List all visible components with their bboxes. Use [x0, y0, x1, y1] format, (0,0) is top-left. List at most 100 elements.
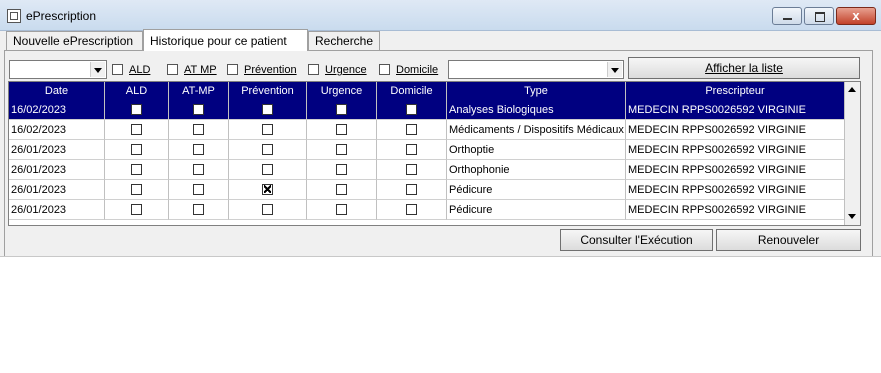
ald-checkbox[interactable] — [131, 184, 142, 195]
prevention-checkbox[interactable] — [262, 204, 273, 215]
ald-checkbox[interactable] — [131, 104, 142, 115]
tab-historique[interactable]: Historique pour ce patient — [143, 29, 308, 51]
atmp-filter-checkbox[interactable] — [167, 64, 178, 75]
column-header-prevention[interactable]: Prévention — [229, 82, 307, 100]
cell-atmp — [169, 160, 229, 180]
table-row[interactable]: 26/01/2023 Pédicure MEDECIN RPPS0026592 VI… — [9, 200, 845, 220]
ald-checkbox[interactable] — [131, 164, 142, 175]
atmp-checkbox[interactable] — [193, 184, 204, 195]
cell-type: Médicaments / Dispositifs Médicaux — [447, 120, 626, 140]
ald-checkbox[interactable] — [131, 144, 142, 155]
tab-nouvelle-eprescription[interactable]: Nouvelle ePrescription — [6, 31, 143, 50]
scroll-up-icon[interactable] — [845, 82, 860, 97]
prescription-table: Date ALD AT-MP Prévention Urgence Domici… — [8, 81, 861, 226]
urgence-checkbox[interactable] — [336, 164, 347, 175]
domicile-checkbox[interactable] — [406, 124, 417, 135]
cell-date: 26/01/2023 — [9, 180, 105, 200]
ald-checkbox[interactable] — [131, 204, 142, 215]
cell-prevention — [229, 180, 307, 200]
table-row[interactable]: 16/02/2023 Analyses Biologiques MEDECIN RP… — [9, 100, 845, 120]
urgence-filter-checkbox[interactable] — [308, 64, 319, 75]
title-bar: ePrescription x — [0, 0, 881, 31]
atmp-checkbox[interactable] — [193, 164, 204, 175]
column-header-atmp[interactable]: AT-MP — [169, 82, 229, 100]
urgence-checkbox[interactable] — [336, 184, 347, 195]
urgence-checkbox[interactable] — [336, 144, 347, 155]
tab-recherche[interactable]: Recherche — [308, 31, 380, 50]
cell-prevention — [229, 100, 307, 120]
column-header-ald[interactable]: ALD — [105, 82, 169, 100]
domicile-filter-checkbox[interactable] — [379, 64, 390, 75]
domicile-checkbox[interactable] — [406, 164, 417, 175]
ald-checkbox[interactable] — [131, 124, 142, 135]
urgence-checkbox[interactable] — [336, 204, 347, 215]
prevention-filter-checkbox[interactable] — [227, 64, 238, 75]
cell-prescripteur: MEDECIN RPPS0026592 VIRGINIE — [626, 100, 845, 120]
minimize-button[interactable] — [772, 7, 802, 25]
cell-domicile — [377, 160, 447, 180]
cell-date: 26/01/2023 — [9, 140, 105, 160]
cell-domicile — [377, 180, 447, 200]
column-header-date[interactable]: Date — [9, 82, 105, 100]
prevention-checkbox[interactable] — [262, 144, 273, 155]
table-row[interactable]: 16/02/2023 Médicaments / Dispositifs Médi… — [9, 120, 845, 140]
close-button[interactable]: x — [836, 7, 876, 25]
ald-filter-label: ALD — [129, 64, 151, 76]
date-filter-combo[interactable] — [9, 60, 107, 79]
table-header: Date ALD AT-MP Prévention Urgence Domici… — [9, 82, 845, 100]
type-filter-combo[interactable] — [448, 60, 624, 79]
atmp-filter-label: AT MP — [184, 64, 217, 76]
table-scrollbar[interactable] — [844, 82, 860, 225]
urgence-checkbox[interactable] — [336, 104, 347, 115]
atmp-checkbox[interactable] — [193, 144, 204, 155]
cell-type: Pédicure — [447, 180, 626, 200]
cell-prevention — [229, 120, 307, 140]
domicile-checkbox[interactable] — [406, 204, 417, 215]
cell-type: Orthoptie — [447, 140, 626, 160]
renew-button[interactable]: Renouveler — [716, 229, 861, 251]
prevention-checkbox[interactable] — [262, 184, 273, 195]
cell-urgence — [307, 160, 377, 180]
cell-domicile — [377, 120, 447, 140]
empty-area — [0, 256, 881, 373]
urgence-filter-label: Urgence — [325, 64, 367, 76]
cell-date: 26/01/2023 — [9, 200, 105, 220]
column-header-prescripteur[interactable]: Prescripteur — [626, 82, 845, 100]
chevron-down-icon[interactable] — [607, 62, 622, 77]
cell-ald — [105, 140, 169, 160]
prevention-checkbox[interactable] — [262, 104, 273, 115]
cell-prescripteur: MEDECIN RPPS0026592 VIRGINIE — [626, 200, 845, 220]
prevention-checkbox[interactable] — [262, 164, 273, 175]
urgence-checkbox[interactable] — [336, 124, 347, 135]
ald-filter-checkbox[interactable] — [112, 64, 123, 75]
table-row[interactable]: 26/01/2023 Orthoptie MEDECIN RPPS0026592 V… — [9, 140, 845, 160]
table-row[interactable]: 26/01/2023 Pédicure MEDECIN RPPS0026592 VI… — [9, 180, 845, 200]
cell-urgence — [307, 120, 377, 140]
cell-atmp — [169, 120, 229, 140]
cell-date: 26/01/2023 — [9, 160, 105, 180]
domicile-checkbox[interactable] — [406, 104, 417, 115]
cell-atmp — [169, 140, 229, 160]
scroll-down-icon[interactable] — [845, 209, 860, 224]
cell-prescripteur: MEDECIN RPPS0026592 VIRGINIE — [626, 120, 845, 140]
minimize-icon — [783, 18, 792, 20]
cell-ald — [105, 120, 169, 140]
cell-prescripteur: MEDECIN RPPS0026592 VIRGINIE — [626, 180, 845, 200]
atmp-checkbox[interactable] — [193, 204, 204, 215]
column-header-urgence[interactable]: Urgence — [307, 82, 377, 100]
atmp-checkbox[interactable] — [193, 124, 204, 135]
show-list-button[interactable]: Afficher la liste — [628, 57, 860, 79]
chevron-down-icon[interactable] — [90, 62, 105, 77]
domicile-checkbox[interactable] — [406, 144, 417, 155]
table-row[interactable]: 26/01/2023 Orthophonie MEDECIN RPPS0026592… — [9, 160, 845, 180]
consult-execution-button[interactable]: Consulter l'Exécution — [560, 229, 713, 251]
domicile-checkbox[interactable] — [406, 184, 417, 195]
maximize-button[interactable] — [804, 7, 834, 25]
cell-urgence — [307, 180, 377, 200]
column-header-type[interactable]: Type — [447, 82, 626, 100]
app-icon — [7, 9, 21, 23]
column-header-domicile[interactable]: Domicile — [377, 82, 447, 100]
atmp-checkbox[interactable] — [193, 104, 204, 115]
cell-urgence — [307, 100, 377, 120]
prevention-checkbox[interactable] — [262, 124, 273, 135]
